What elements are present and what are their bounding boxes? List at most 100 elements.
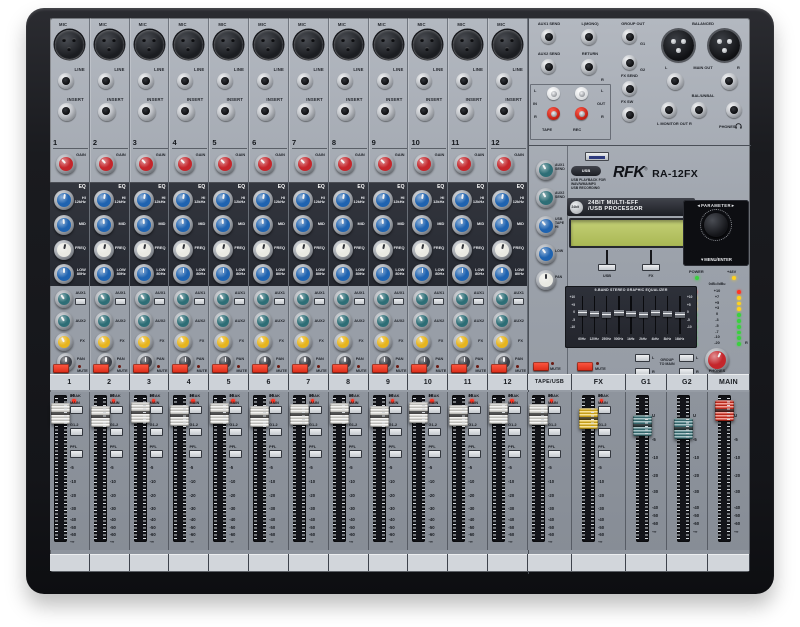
fader-cap[interactable] (449, 405, 468, 426)
g1-2-button[interactable] (598, 428, 611, 436)
fader-cap[interactable] (131, 402, 150, 423)
fx-mute-button[interactable] (577, 362, 593, 371)
geq-slider-cap[interactable] (626, 311, 636, 317)
eq-hi-knob[interactable] (134, 190, 154, 210)
eq-freq-knob[interactable] (134, 240, 154, 260)
aux1-knob[interactable] (254, 290, 272, 308)
aux2-knob[interactable] (453, 312, 471, 330)
g1-2-button[interactable] (269, 428, 282, 436)
master-aux1-send-knob[interactable] (536, 160, 556, 180)
aux1-knob[interactable] (55, 290, 73, 308)
pfl-button[interactable] (309, 450, 322, 458)
eq-mid-knob[interactable] (412, 215, 432, 235)
g1-2-button[interactable] (150, 428, 163, 436)
fader-cap[interactable] (579, 408, 598, 429)
usb-tape-low-knob[interactable] (536, 244, 556, 264)
geq-slider-cap[interactable] (675, 312, 685, 318)
gain-knob[interactable] (175, 154, 195, 174)
eq-freq-knob[interactable] (373, 240, 393, 260)
gain-knob[interactable] (414, 154, 434, 174)
gain-knob[interactable] (375, 154, 395, 174)
usb-tape-pan-knob[interactable] (536, 270, 556, 290)
eq-low-knob[interactable] (492, 264, 512, 284)
eq-freq-knob[interactable] (412, 240, 432, 260)
fader-cap[interactable] (674, 418, 693, 439)
aux1-knob[interactable] (214, 290, 232, 308)
aux2-knob[interactable] (55, 312, 73, 330)
fx-knob[interactable] (453, 333, 471, 351)
g1-2-button[interactable] (309, 428, 322, 436)
pfl-button[interactable] (269, 450, 282, 458)
eq-low-knob[interactable] (213, 264, 233, 284)
fx-knob[interactable] (334, 333, 352, 351)
mute-button[interactable] (53, 364, 69, 373)
eq-hi-knob[interactable] (94, 190, 114, 210)
eq-mid-knob[interactable] (373, 215, 393, 235)
gain-knob[interactable] (96, 154, 116, 174)
aux2-knob[interactable] (174, 312, 192, 330)
eq-hi-knob[interactable] (492, 190, 512, 210)
main-button[interactable] (468, 406, 481, 414)
eq-freq-knob[interactable] (213, 240, 233, 260)
aux1-pre-button[interactable] (274, 298, 285, 305)
mute-button[interactable] (212, 364, 228, 373)
usb-mode-button[interactable] (598, 264, 616, 271)
gain-knob[interactable] (295, 154, 315, 174)
aux1-pre-button[interactable] (513, 298, 524, 305)
aux2-knob[interactable] (135, 312, 153, 330)
eq-low-knob[interactable] (412, 264, 432, 284)
gain-knob[interactable] (335, 154, 355, 174)
mute-button[interactable] (372, 364, 388, 373)
pfl-button[interactable] (468, 450, 481, 458)
fx-knob[interactable] (95, 333, 113, 351)
eq-hi-knob[interactable] (54, 190, 74, 210)
eq-hi-knob[interactable] (213, 190, 233, 210)
tape-usb-mute-button[interactable] (533, 362, 549, 371)
main-button[interactable] (548, 406, 561, 414)
fader-cap[interactable] (91, 406, 110, 427)
main-button[interactable] (389, 406, 402, 414)
main-button[interactable] (189, 406, 202, 414)
eq-mid-knob[interactable] (54, 215, 74, 235)
eq-low-knob[interactable] (293, 264, 313, 284)
eq-low-knob[interactable] (253, 264, 273, 284)
g1-2-button[interactable] (389, 428, 402, 436)
g1-2-button[interactable] (428, 428, 441, 436)
pfl-button[interactable] (428, 450, 441, 458)
mute-button[interactable] (252, 364, 268, 373)
aux1-knob[interactable] (413, 290, 431, 308)
eq-mid-knob[interactable] (333, 215, 353, 235)
aux2-knob[interactable] (413, 312, 431, 330)
main-button[interactable] (508, 406, 521, 414)
fader-cap[interactable] (409, 402, 428, 423)
eq-mid-knob[interactable] (452, 215, 472, 235)
aux1-pre-button[interactable] (473, 298, 484, 305)
aux2-knob[interactable] (254, 312, 272, 330)
aux2-knob[interactable] (294, 312, 312, 330)
g1-2-button[interactable] (548, 428, 561, 436)
g1-to-main-l-button[interactable] (635, 354, 650, 362)
fx-mode-button[interactable] (642, 264, 660, 271)
main-button[interactable] (110, 406, 123, 414)
master-aux2-send-knob[interactable] (536, 188, 556, 208)
eq-low-knob[interactable] (54, 264, 74, 284)
mute-button[interactable] (292, 364, 308, 373)
pfl-button[interactable] (189, 450, 202, 458)
fader-cap[interactable] (529, 404, 548, 425)
main-button[interactable] (150, 406, 163, 414)
geq-slider-cap[interactable] (639, 312, 649, 318)
aux2-knob[interactable] (374, 312, 392, 330)
geq-slider-cap[interactable] (663, 311, 673, 317)
g1-2-button[interactable] (229, 428, 242, 436)
eq-hi-knob[interactable] (412, 190, 432, 210)
eq-mid-knob[interactable] (94, 215, 114, 235)
mute-button[interactable] (133, 364, 149, 373)
aux2-knob[interactable] (214, 312, 232, 330)
eq-freq-knob[interactable] (333, 240, 353, 260)
pfl-button[interactable] (548, 450, 561, 458)
fader-cap[interactable] (330, 403, 349, 424)
aux1-knob[interactable] (453, 290, 471, 308)
fader-cap[interactable] (250, 406, 269, 427)
fader-cap[interactable] (370, 406, 389, 427)
aux1-knob[interactable] (135, 290, 153, 308)
